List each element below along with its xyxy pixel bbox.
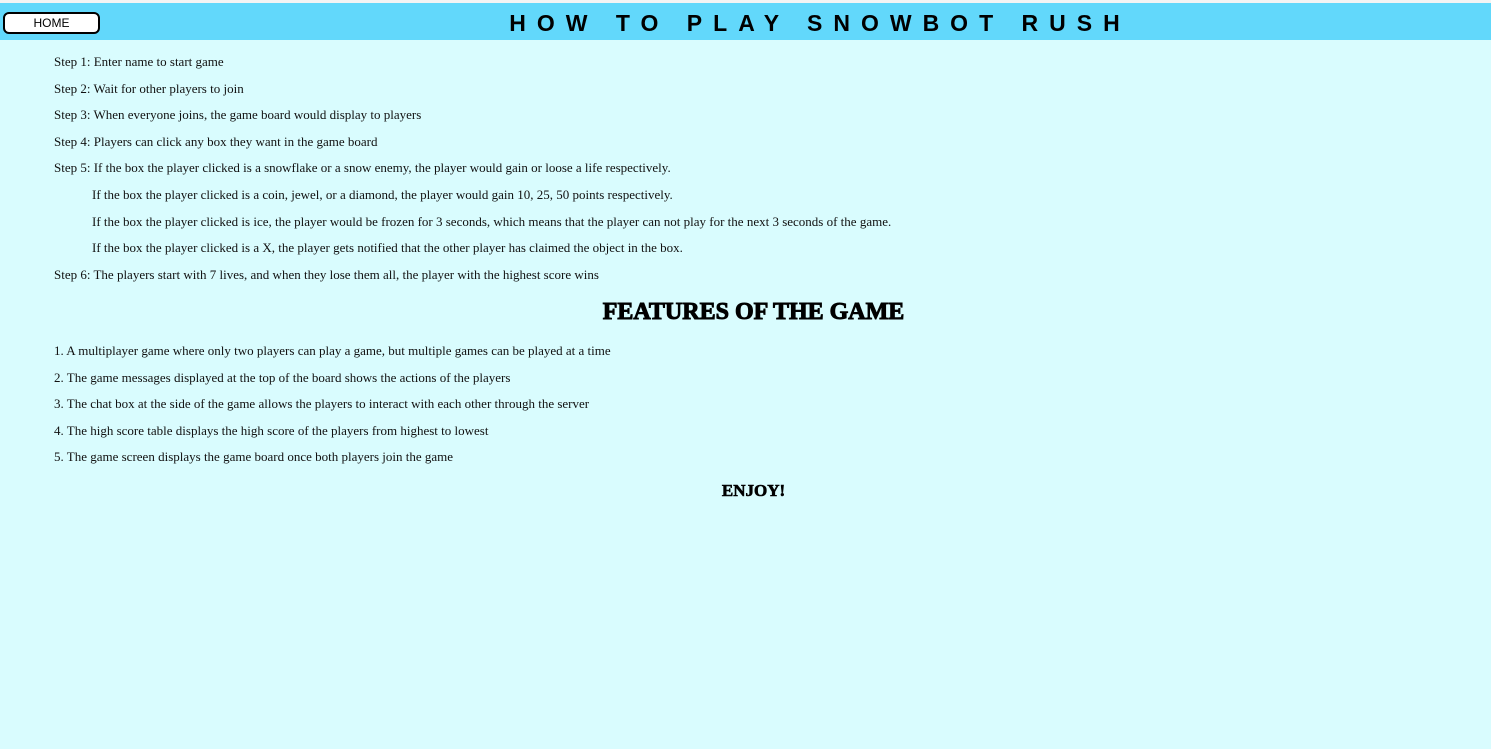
feature-item-2: 2. The game messages displayed at the to… (54, 369, 511, 385)
instruction-step-2: Step 2: Wait for other players to join (54, 80, 244, 96)
page-title: HOW TO PLAY SNOWBOT RUSH (509, 10, 1131, 36)
header-bar: HOME HOW TO PLAY SNOWBOT RUSH (0, 3, 1491, 40)
feature-item-4: 4. The high score table displays the hig… (54, 422, 489, 438)
instruction-step-6: Step 6: The players start with 7 lives, … (54, 266, 599, 282)
instruction-step-3: Step 3: When everyone joins, the game bo… (54, 107, 422, 123)
instruction-step-5-points: If the box the player clicked is a coin,… (92, 186, 673, 202)
features-list: 1. A multiplayer game where only two pla… (54, 343, 1434, 476)
instruction-step-5: Step 5: If the box the player clicked is… (54, 160, 671, 176)
feature-item-3: 3. The chat box at the side of the game … (54, 396, 590, 412)
feature-item-5: 5. The game screen displays the game boa… (54, 449, 454, 465)
features-heading: FEATURES OF THE GAME (602, 299, 905, 326)
instruction-step-5-claimed: If the box the player clicked is a X, th… (92, 240, 683, 256)
instruction-step-4: Step 4: Players can click any box they w… (54, 133, 378, 149)
instruction-step-5-ice: If the box the player clicked is ice, th… (92, 213, 892, 229)
instruction-step-1: Step 1: Enter name to start game (54, 54, 224, 69)
feature-item-1: 1. A multiplayer game where only two pla… (54, 343, 611, 358)
instructions-list: Step 1: Enter name to start game Step 2:… (54, 54, 1434, 293)
enjoy-heading: ENJOY! (721, 481, 786, 501)
